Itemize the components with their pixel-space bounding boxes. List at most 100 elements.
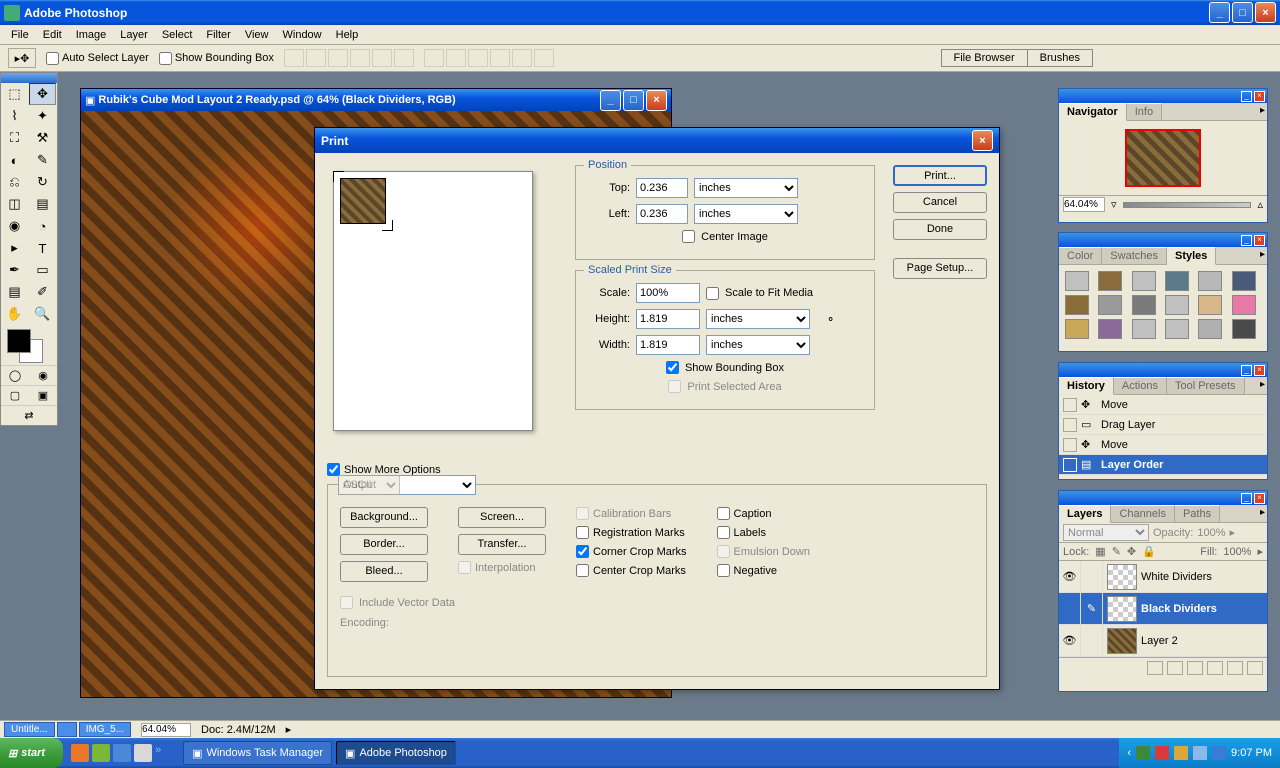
panel-menu-icon[interactable]: ▸	[1260, 249, 1265, 260]
crop-tool[interactable]: ⛶	[1, 127, 28, 149]
tab-navigator[interactable]: Navigator	[1059, 103, 1127, 121]
lock-transparency-icon[interactable]: ▦	[1095, 545, 1105, 558]
visibility-icon[interactable]: 👁	[1059, 625, 1081, 656]
style-swatch[interactable]	[1165, 295, 1189, 315]
left-input[interactable]	[636, 204, 688, 224]
tab-history[interactable]: History	[1059, 377, 1114, 395]
eraser-tool[interactable]: ◫	[1, 193, 28, 215]
link-icon[interactable]	[1081, 625, 1103, 656]
menu-help[interactable]: Help	[329, 27, 366, 43]
style-swatch[interactable]	[1165, 271, 1189, 291]
tab-swatches[interactable]: Swatches	[1102, 247, 1167, 264]
height-input[interactable]	[636, 309, 700, 329]
lock-position-icon[interactable]: ✥	[1127, 545, 1136, 558]
style-swatch[interactable]	[1232, 319, 1256, 339]
screenmode-2[interactable]: ▣	[29, 385, 57, 405]
history-brush-tool[interactable]: ↻	[29, 171, 56, 193]
trash-icon[interactable]	[1247, 661, 1263, 675]
marquee-tool[interactable]: ⬚	[1, 83, 28, 105]
tab-tool-presets[interactable]: Tool Presets	[1167, 377, 1245, 394]
foreground-color[interactable]	[7, 329, 31, 353]
tab-styles[interactable]: Styles	[1167, 247, 1216, 265]
adjustment-icon[interactable]	[1207, 661, 1223, 675]
doc-tab[interactable]: IMG_5...	[79, 722, 131, 737]
wand-tool[interactable]: ✦	[29, 105, 56, 127]
layer-thumbnail[interactable]	[1107, 628, 1137, 654]
style-swatch[interactable]	[1065, 319, 1089, 339]
style-swatch[interactable]	[1098, 319, 1122, 339]
registration-checkbox[interactable]	[576, 526, 589, 539]
quickmask-off[interactable]: ◯	[1, 365, 29, 385]
panel-minimize[interactable]: _	[1241, 365, 1252, 376]
panel-menu-icon[interactable]: ▸	[1260, 379, 1265, 390]
style-swatch[interactable]	[1232, 271, 1256, 291]
bleed-button[interactable]: Bleed...	[340, 561, 428, 582]
history-item[interactable]: ✥Move	[1059, 435, 1267, 455]
current-tool-icon[interactable]: ▸⁠✥	[8, 48, 36, 68]
center-crop-checkbox[interactable]	[576, 564, 589, 577]
shape-tool[interactable]: ▭	[29, 259, 56, 281]
width-unit-select[interactable]: inches	[706, 335, 810, 355]
tray-icon[interactable]	[1155, 746, 1169, 760]
quicklaunch-icon[interactable]	[113, 744, 131, 762]
menu-layer[interactable]: Layer	[113, 27, 155, 43]
history-item[interactable]: ▭Drag Layer	[1059, 415, 1267, 435]
panel-minimize[interactable]: _	[1241, 235, 1252, 246]
doc-close[interactable]: ×	[646, 90, 667, 111]
print-button[interactable]: Print...	[893, 165, 987, 186]
zoom-field[interactable]	[141, 723, 191, 737]
tray-icon[interactable]	[1136, 746, 1150, 760]
task-button[interactable]: ▣ Windows Task Manager	[183, 741, 332, 765]
panel-minimize[interactable]: _	[1241, 91, 1252, 102]
tab-file-browser[interactable]: File Browser	[941, 49, 1028, 67]
corner-crop-checkbox[interactable]	[576, 545, 589, 558]
labels-checkbox[interactable]	[717, 526, 730, 539]
link-icon[interactable]: ✎	[1081, 593, 1103, 624]
maximize-button[interactable]: □	[1232, 2, 1253, 23]
tray-icon[interactable]	[1212, 746, 1226, 760]
tab-channels[interactable]: Channels	[1111, 505, 1174, 522]
menu-filter[interactable]: Filter	[199, 27, 237, 43]
zoom-tool[interactable]: 🔍	[29, 303, 56, 325]
panel-menu-icon[interactable]: ▸	[1260, 507, 1265, 518]
tab-actions[interactable]: Actions	[1114, 377, 1167, 394]
quickmask-on[interactable]: ◉	[29, 365, 57, 385]
clock[interactable]: 9:07 PM	[1231, 747, 1272, 759]
doc-tab[interactable]: Untitle...	[4, 722, 55, 737]
quicklaunch-icon[interactable]	[92, 744, 110, 762]
task-button[interactable]: ▣ Adobe Photoshop	[336, 741, 456, 765]
doc-minimize[interactable]: _	[600, 90, 621, 111]
left-unit-select[interactable]: inches	[694, 204, 798, 224]
layer-row[interactable]: 👁 Layer 2	[1059, 625, 1267, 657]
navigator-thumbnail[interactable]	[1125, 129, 1201, 187]
jump-to[interactable]: ⇄	[1, 405, 57, 425]
style-swatch[interactable]	[1098, 295, 1122, 315]
minimize-button[interactable]: _	[1209, 2, 1230, 23]
auto-select-checkbox[interactable]: Auto Select Layer	[46, 52, 149, 65]
panel-menu-icon[interactable]: ▸	[1260, 105, 1265, 116]
tray-expand-icon[interactable]: ‹	[1127, 747, 1131, 759]
hand-tool[interactable]: ✋	[1, 303, 28, 325]
layer-mask-icon[interactable]	[1167, 661, 1183, 675]
menu-view[interactable]: View	[238, 27, 276, 43]
border-button[interactable]: Border...	[340, 534, 428, 555]
history-item[interactable]: ✥Move	[1059, 395, 1267, 415]
page-setup-button[interactable]: Page Setup...	[893, 258, 987, 279]
dodge-tool[interactable]: ◔	[29, 215, 56, 237]
transfer-button[interactable]: Transfer...	[458, 534, 546, 555]
link-icon[interactable]: ⚬	[826, 313, 835, 326]
brush-tool[interactable]: ✎	[29, 149, 56, 171]
move-tool[interactable]: ✥	[29, 83, 56, 105]
cancel-button[interactable]: Cancel	[893, 192, 987, 213]
scale-input[interactable]	[636, 283, 700, 303]
path-tool[interactable]: ▸	[1, 237, 28, 259]
zoom-input[interactable]	[1063, 197, 1105, 212]
panel-close[interactable]: ×	[1254, 493, 1265, 504]
doc-tab[interactable]	[57, 722, 77, 737]
pen-tool[interactable]: ✒	[1, 259, 28, 281]
panel-minimize[interactable]: _	[1241, 493, 1252, 504]
doc-maximize[interactable]: □	[623, 90, 644, 111]
style-swatch[interactable]	[1098, 271, 1122, 291]
menu-window[interactable]: Window	[276, 27, 329, 43]
style-swatch[interactable]	[1198, 295, 1222, 315]
